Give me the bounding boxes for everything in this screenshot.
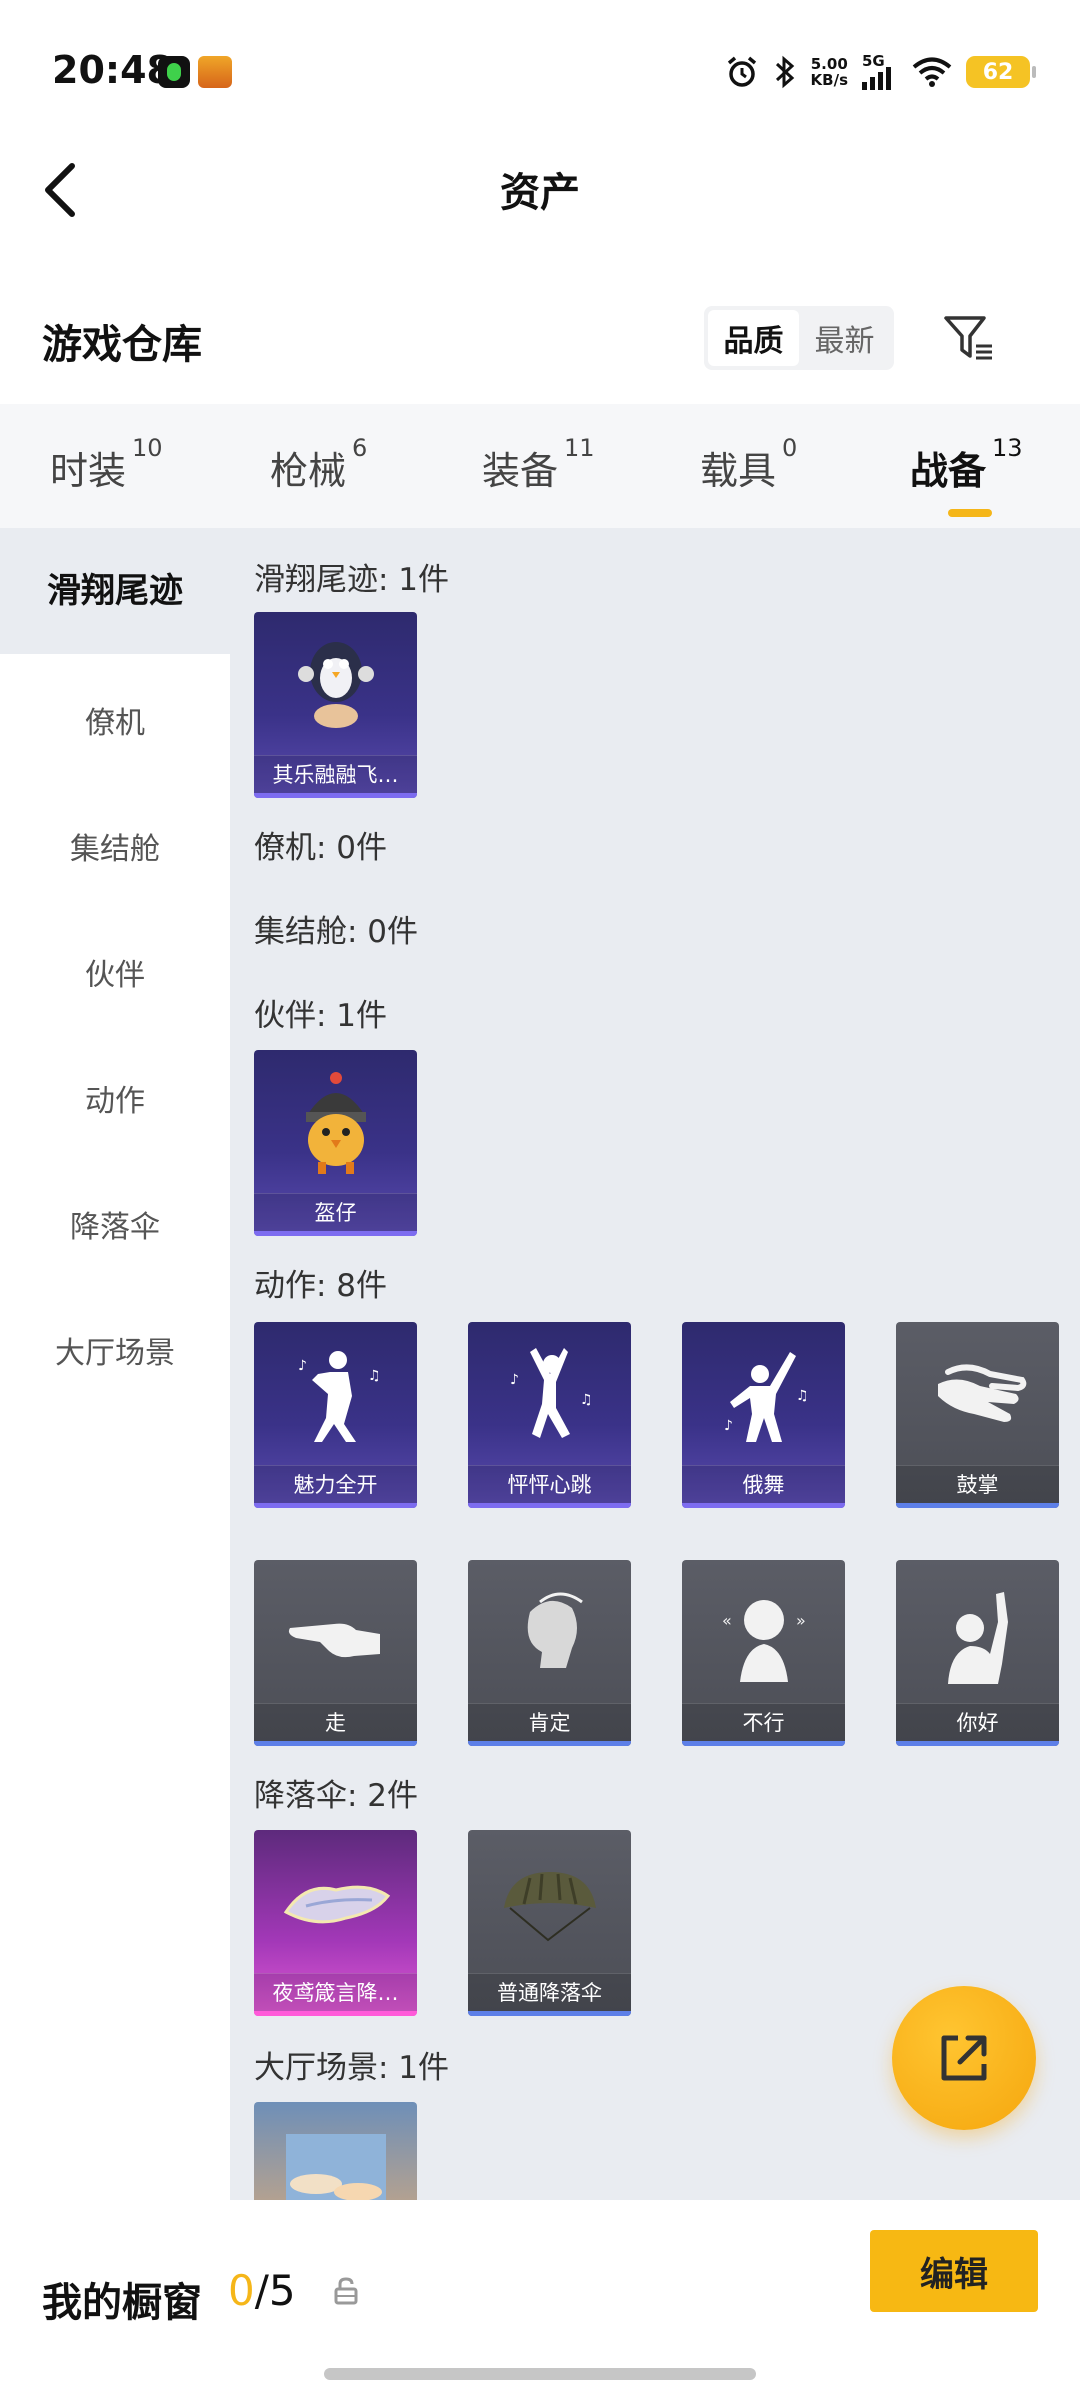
glider-parachute-icon [283,1885,390,1923]
share-fab-button[interactable] [892,1986,1036,2130]
status-time: 20:48 [52,48,173,92]
dance-arm-up-icon: ♪♫ [724,1351,809,1442]
item-card[interactable]: ♪ ♫ 怦怦心跳 [468,1322,631,1508]
sort-toggle: 品质 最新 [704,306,894,370]
sort-by-quality[interactable]: 品质 [708,310,799,366]
item-name: 普通降落伞 [468,1973,631,2011]
page-title: 资产 [500,170,580,216]
wave-icon [947,1591,1008,1684]
item-name: 夜鸢箴言降… [254,1973,417,2011]
showcase-count: 0/5 [228,2266,296,2315]
item-name: 鼓掌 [896,1465,1059,1503]
sidebar-item-emote[interactable]: 动作 [0,1076,230,1120]
sidebar-item-rally-pod[interactable]: 集结舱 [0,824,230,868]
item-card[interactable]: «» 不行 [682,1560,845,1746]
item-card[interactable]: 其乐融融飞… [254,612,417,798]
point-hand-icon [288,1623,380,1657]
section-label-rally-pod: 集结舱: 0件 [254,914,419,950]
lock-icon [334,2277,358,2305]
section-label-parachute: 降落伞: 2件 [254,1778,419,1814]
item-card[interactable]: 走 [254,1560,417,1746]
network-speed: 5.00 KB/s [810,55,848,89]
battery-icon: 62 [966,56,1036,88]
item-name: 怦怦心跳 [468,1465,631,1503]
svg-text:♫: ♫ [368,1368,381,1384]
svg-text:♪: ♪ [510,1372,519,1388]
item-card[interactable] [254,2102,417,2200]
tab-fashion[interactable]: 时装 10 [50,434,163,495]
item-card[interactable]: 普通降落伞 [468,1830,631,2016]
item-name: 肯定 [468,1703,631,1741]
item-name: 不行 [682,1703,845,1741]
bottom-bar: 我的橱窗 0/5 编辑 [0,2200,1080,2400]
section-label-wingman: 僚机: 0件 [254,830,388,866]
item-name: 魅力全开 [254,1465,417,1503]
sidebar-item-lobby-scene[interactable]: 大厅场景 [0,1328,230,1372]
sidebar-bg [0,654,230,2200]
svg-text:♪: ♪ [724,1418,733,1434]
dance-pose-icon: ♪♫ [298,1350,381,1442]
item-card[interactable]: ♪ ♫ 俄舞 [682,1322,845,1508]
item-card[interactable]: 你好 [896,1560,1059,1746]
tab-equipment[interactable]: 装备 11 [482,434,595,495]
item-card[interactable]: 鼓掌 [896,1322,1059,1508]
item-name: 盔仔 [254,1193,417,1231]
item-grid: 滑翔尾迹: 1件 其乐融融飞… 僚机: 0件 集结舱: 0件 伙伴: 1件 盔仔… [230,528,1080,2200]
bluetooth-icon [775,55,794,89]
category-tabs: 时装 10 枪械 6 装备 11 载具 0 战备 13 [0,404,1080,528]
helmet-chick-icon [305,1071,366,1174]
app-notification-icon [158,56,190,88]
game-notification-icon [198,56,232,88]
showcase-label: 我的橱窗 [42,2280,202,2326]
header: 资产 [0,140,1080,240]
sidebar-item-parachute[interactable]: 降落伞 [0,1202,230,1246]
svg-text:♫: ♫ [796,1388,809,1404]
tab-battle-prep[interactable]: 战备 13 [910,434,1023,517]
sidebar-item-partner[interactable]: 伙伴 [0,950,230,994]
external-link-icon [941,2035,987,2081]
sidebar-item-glide-trail[interactable]: 滑翔尾迹 [0,528,230,654]
tab-guns[interactable]: 枪械 6 [270,434,367,495]
warehouse-title: 游戏仓库 [42,322,202,368]
edit-button[interactable]: 编辑 [870,2230,1038,2312]
svg-text:«: « [722,1611,732,1630]
item-card[interactable]: 夜鸢箴言降… [254,1830,417,2016]
wifi-icon [912,57,952,87]
svg-text:»: » [796,1611,806,1630]
sky-scene-icon [285,2133,386,2200]
svg-text:♪: ♪ [298,1358,307,1374]
item-card[interactable]: ♪ ♫ 魅力全开 [254,1322,417,1508]
section-label-glide-trail: 滑翔尾迹: 1件 [254,562,450,598]
clap-icon [937,1364,1026,1422]
item-name: 俄舞 [682,1465,845,1503]
filter-icon [944,316,992,360]
section-label-emote: 动作: 8件 [254,1268,388,1304]
sidebar-item-wingman[interactable]: 僚机 [0,698,230,742]
item-name: 你好 [896,1703,1059,1741]
section-label-partner: 伙伴: 1件 [254,998,388,1034]
tab-vehicles[interactable]: 载具 0 [700,434,797,495]
active-tab-indicator [948,509,992,517]
parachute-icon [503,1871,596,1941]
signal-5g-icon: 5G [862,52,898,90]
status-bar: 20:48 5.00 KB/s 5G 62 [0,0,1080,140]
item-name: 走 [254,1703,417,1741]
filter-button[interactable] [940,310,996,366]
home-indicator[interactable] [324,2368,756,2380]
item-card[interactable]: 盔仔 [254,1050,417,1236]
dance-leap-icon: ♪♫ [510,1347,593,1438]
item-card[interactable]: 肯定 [468,1560,631,1746]
svg-text:♫: ♫ [580,1392,593,1408]
alarm-icon [727,56,756,87]
section-label-lobby-scene: 大厅场景: 1件 [254,2050,450,2086]
nod-head-icon [527,1592,583,1668]
sidebar: 滑翔尾迹 僚机 集结舱 伙伴 动作 降落伞 大厅场景 [0,528,230,2200]
sort-by-newest[interactable]: 最新 [799,310,890,366]
assets-page: 20:48 5.00 KB/s 5G 62 资产 游戏仓库 品质 最新 时装 1… [0,0,1080,2400]
penguin-icon [297,641,374,728]
shake-head-icon: «» [722,1599,806,1682]
item-name: 其乐融融飞… [254,755,417,793]
status-icons: 5.00 KB/s 5G 62 [725,50,1036,94]
